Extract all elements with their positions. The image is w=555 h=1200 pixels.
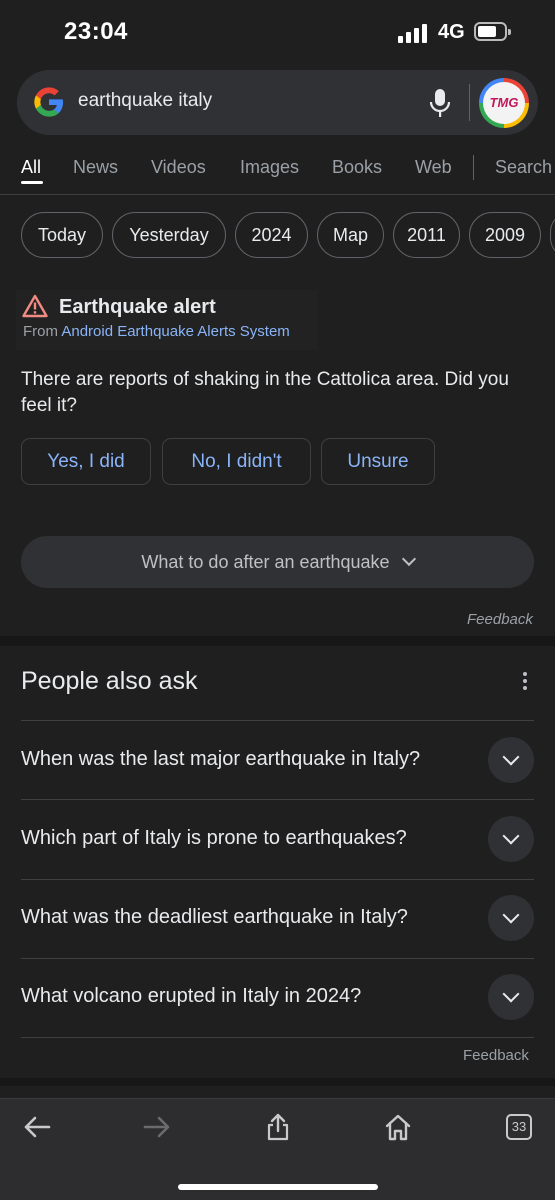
share-icon[interactable] [263,1112,293,1142]
section-divider [0,636,555,646]
paa-divider [21,720,534,721]
paa-divider [21,958,534,959]
home-indicator [178,1184,378,1190]
search-divider [469,84,470,121]
paa-title: People also ask [21,667,198,695]
avatar-text: TMG [483,82,525,124]
alert-source: From Android Earthquake Alerts System [23,323,290,340]
paa-question[interactable]: When was the last major earthquake in It… [21,748,420,771]
search-input[interactable]: earthquake italy [78,90,212,112]
chip-map[interactable]: Map [317,212,384,258]
tab-web[interactable]: Web [415,157,452,178]
filter-chips: Today Yesterday 2024 Map 2011 2009 [0,210,555,260]
chip-yesterday[interactable]: Yesterday [112,212,226,258]
chevron-down-icon[interactable] [488,895,534,941]
forward-icon [143,1116,170,1138]
no-button[interactable]: No, I didn't [162,438,311,485]
tab-videos[interactable]: Videos [151,157,206,178]
warning-icon [22,294,48,318]
tab-search[interactable]: Search [495,157,552,178]
unsure-button[interactable]: Unsure [321,438,435,485]
battery-icon [474,22,511,41]
yes-button[interactable]: Yes, I did [21,438,151,485]
tab-all[interactable]: All [21,157,41,178]
tab-active-underline [21,181,43,184]
avatar[interactable]: TMG [479,78,529,128]
back-icon[interactable] [22,1112,52,1142]
feedback-link[interactable]: Feedback [467,611,533,628]
search-tabs: All News Videos Images Books Web Search [0,145,555,195]
tabs-icon[interactable]: 33 [506,1114,532,1140]
alert-source-link[interactable]: Android Earthquake Alerts System [61,323,289,340]
status-bar: 23:04 4G [0,0,555,66]
tab-books[interactable]: Books [332,157,382,178]
chevron-down-icon[interactable] [488,737,534,783]
paa-question[interactable]: What volcano erupted in Italy in 2024? [21,985,361,1008]
paa-divider [21,879,534,880]
alert-body: There are reports of shaking in the Catt… [21,369,509,416]
paa-question[interactable]: What was the deadliest earthquake in Ita… [21,906,408,929]
more-vert-icon[interactable] [522,672,528,692]
paa-divider [21,1037,534,1038]
alert-source-prefix: From [23,323,62,340]
chevron-down-icon[interactable] [488,974,534,1020]
chevron-down-icon[interactable] [488,816,534,862]
chip-today[interactable]: Today [21,212,103,258]
what-to-do-button[interactable]: What to do after an earthquake [21,536,534,588]
network-type: 4G [438,21,465,43]
chevron-down-icon [401,551,416,567]
chip-2009[interactable]: 2009 [469,212,541,258]
tab-separator [473,155,474,180]
google-logo-icon [34,87,64,117]
chip-2024[interactable]: 2024 [235,212,308,258]
what-to-do-label: What to do after an earthquake [141,552,390,572]
tab-news[interactable]: News [73,157,118,178]
section-divider [0,1078,555,1086]
tab-images[interactable]: Images [240,157,299,178]
mic-icon[interactable] [429,87,451,119]
chip-2011[interactable]: 2011 [393,212,460,258]
paa-question[interactable]: Which part of Italy is prone to earthqua… [21,827,407,850]
chip-more[interactable] [550,212,555,258]
paa-divider [21,799,534,800]
signal-icon [398,23,428,43]
home-icon[interactable] [383,1112,413,1142]
alert-title: Earthquake alert [59,296,216,318]
paa-feedback-link[interactable]: Feedback [463,1047,529,1064]
search-bar[interactable]: earthquake italy TMG [17,70,538,135]
status-time: 23:04 [64,18,128,45]
